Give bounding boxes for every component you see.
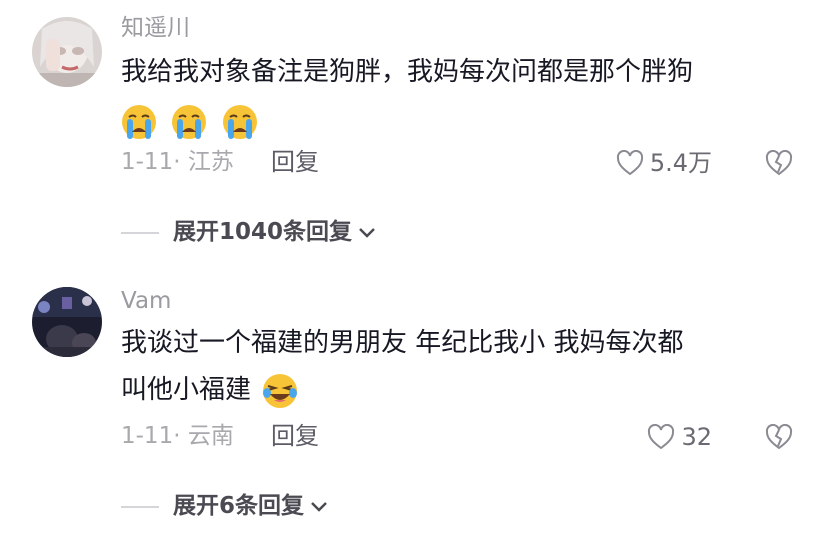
username[interactable]: 知遥川	[121, 17, 190, 40]
username[interactable]: Vam	[121, 290, 171, 313]
expand-replies-button[interactable]: 展开6条回复	[121, 495, 328, 518]
dislike-button[interactable]	[765, 423, 793, 454]
reply-button[interactable]: 回复	[271, 424, 319, 448]
comment-text: 我谈过一个福建的男朋友 年纪比我小 我妈每次都 叫他小福建	[121, 320, 801, 414]
comment-text-line: 我谈过一个福建的男朋友 年纪比我小 我妈每次都	[121, 328, 684, 358]
like-button[interactable]: 32	[647, 424, 712, 450]
comment-text: 我给我对象备注是狗胖，我妈每次问都是那个胖狗	[121, 49, 801, 140]
heart-outline-icon	[648, 424, 675, 450]
broken-heart-icon	[765, 423, 793, 450]
divider-line	[121, 505, 159, 508]
like-button[interactable]: 5.4万	[616, 150, 712, 176]
comment-text-line: 叫他小福建	[121, 367, 801, 414]
avatar[interactable]	[32, 17, 102, 87]
reply-button[interactable]: 回复	[271, 150, 319, 174]
dislike-button[interactable]	[765, 149, 793, 180]
comment-item: Vam 我谈过一个福建的男朋友 年纪比我小 我妈每次都 叫他小福建 1-11· …	[0, 270, 828, 536]
broken-heart-icon	[765, 149, 793, 176]
expand-replies-button[interactable]: 展开1040条回复	[121, 221, 376, 244]
expand-replies-label: 展开1040条回复	[173, 219, 353, 245]
like-count: 5.4万	[649, 149, 712, 177]
loudly-crying-face-icon	[122, 104, 156, 139]
comment-date-location: 1-11· 江苏	[121, 149, 234, 175]
comment-text-line: 我给我对象备注是狗胖，我妈每次问都是那个胖狗	[121, 57, 694, 87]
comment-text-line-2: 叫他小福建	[121, 375, 252, 405]
expand-replies-label: 展开6条回复	[173, 493, 305, 519]
comment-item: 知遥川 我给我对象备注是狗胖，我妈每次问都是那个胖狗 1-11· 江苏 回复 5…	[0, 0, 828, 270]
loudly-crying-face-icon	[222, 104, 257, 139]
like-count: 32	[681, 423, 712, 451]
chevron-down-icon	[311, 501, 327, 512]
comment-date-location: 1-11· 云南	[121, 423, 234, 449]
heart-outline-icon	[616, 150, 643, 176]
chevron-down-icon	[359, 227, 375, 238]
emoji-row	[121, 98, 801, 140]
divider-line	[121, 231, 159, 234]
avatar[interactable]	[32, 287, 102, 357]
loudly-crying-face-icon	[172, 104, 207, 139]
laughing-tears-face-icon	[263, 373, 298, 408]
